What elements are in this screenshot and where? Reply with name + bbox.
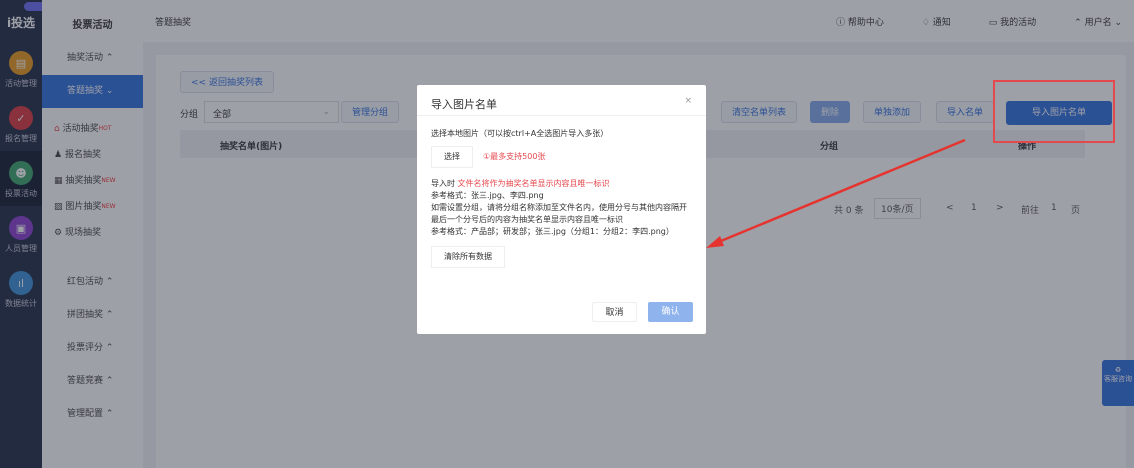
- annotation-arrow: [706, 138, 966, 248]
- arrow-head: [706, 236, 724, 248]
- arrow-line: [715, 138, 966, 245]
